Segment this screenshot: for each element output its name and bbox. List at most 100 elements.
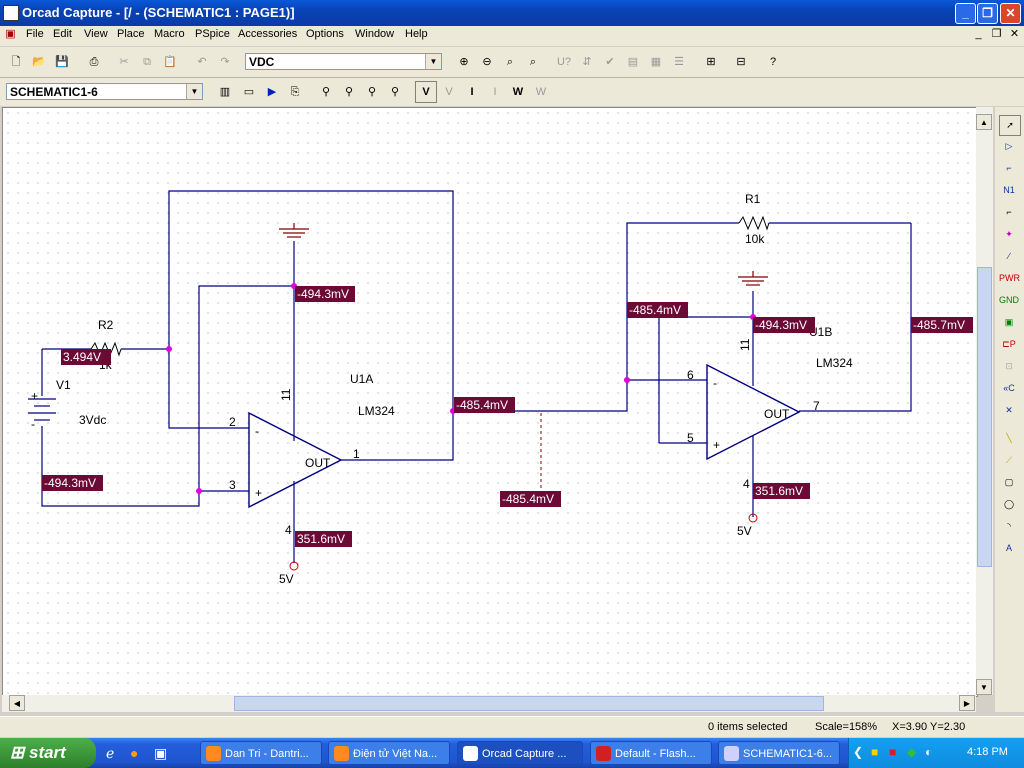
place-no-connect-icon[interactable]: ✕: [999, 401, 1019, 420]
minimize-button[interactable]: _: [955, 3, 976, 24]
netlist-icon[interactable]: ▤: [622, 51, 644, 73]
menu-edit[interactable]: Edit: [53, 28, 72, 40]
open-icon[interactable]: 📂: [28, 51, 50, 73]
back-annotate-icon[interactable]: ⇵: [576, 51, 598, 73]
select-pointer-icon[interactable]: ➚: [999, 115, 1021, 136]
menu-help[interactable]: Help: [405, 28, 428, 40]
vertical-scroll-thumb[interactable]: [977, 267, 992, 567]
power-marker-icon[interactable]: ⚲: [384, 81, 406, 103]
annotate-icon[interactable]: U?: [553, 51, 575, 73]
scroll-up-icon[interactable]: ▲: [976, 114, 992, 130]
save-icon[interactable]: 💾: [51, 51, 73, 73]
place-bus-icon[interactable]: ⌐: [999, 203, 1019, 222]
place-line-icon[interactable]: ╲: [999, 429, 1019, 448]
place-wire-icon[interactable]: ⌐: [999, 159, 1019, 178]
snap-grid-icon[interactable]: ⊞: [700, 51, 722, 73]
menu-options[interactable]: Options: [306, 28, 344, 40]
tray-app1-icon[interactable]: ■: [871, 745, 878, 759]
drc-icon[interactable]: ✔: [599, 51, 621, 73]
zoom-area-icon[interactable]: ⌕: [499, 51, 521, 73]
bias-current-icon[interactable]: I: [461, 81, 483, 103]
current-marker-icon[interactable]: ⚲: [361, 81, 383, 103]
bias-voltage-selected-icon[interactable]: V: [438, 81, 460, 103]
horizontal-scrollbar[interactable]: ◀ ▶: [2, 695, 976, 712]
desktop-quicklaunch-icon[interactable]: ▣: [154, 745, 167, 762]
place-power-icon[interactable]: PWR: [999, 269, 1020, 288]
menu-pspice[interactable]: PSpice: [195, 28, 230, 40]
task-dientu[interactable]: Điện tử Việt Na...: [328, 741, 450, 765]
firefox-quicklaunch-icon[interactable]: ●: [130, 745, 138, 761]
project-manager-icon[interactable]: ⊟: [730, 51, 752, 73]
place-rectangle-icon[interactable]: ▢: [999, 473, 1019, 492]
scroll-left-icon[interactable]: ◀: [9, 695, 25, 711]
vertical-scrollbar[interactable]: ▲ ▼: [976, 107, 993, 695]
place-net-alias-icon[interactable]: N1: [999, 181, 1019, 200]
bias-power-selected-icon[interactable]: W: [530, 81, 552, 103]
place-junction-icon[interactable]: ✦: [999, 225, 1019, 244]
diff-marker-icon[interactable]: ⚲: [338, 81, 360, 103]
restore-button[interactable]: ❐: [977, 3, 998, 24]
place-text-icon[interactable]: A: [999, 539, 1019, 558]
task-orcad[interactable]: Orcad Capture ...: [457, 741, 583, 765]
chevron-down-icon[interactable]: ▼: [186, 84, 202, 99]
place-port-icon[interactable]: ⊏P: [999, 335, 1019, 354]
place-off-page-connector-icon[interactable]: «C: [999, 379, 1019, 398]
place-bus-entry-icon[interactable]: ∕: [999, 247, 1019, 266]
place-part-icon[interactable]: ▷: [999, 137, 1019, 156]
menu-accessories[interactable]: Accessories: [238, 28, 297, 40]
zoom-all-icon[interactable]: ⌕: [522, 51, 544, 73]
print-icon[interactable]: ⎙: [83, 51, 105, 73]
menu-macro[interactable]: Macro: [154, 28, 185, 40]
page-combo[interactable]: SCHEMATIC1-6 ▼: [6, 83, 203, 100]
cross-ref-icon[interactable]: ▦: [645, 51, 667, 73]
redo-icon[interactable]: ↷: [214, 51, 236, 73]
bias-voltage-icon[interactable]: V: [415, 81, 437, 103]
view-results-icon[interactable]: ⎘: [284, 81, 306, 103]
mdi-close-icon[interactable]: ✕: [1009, 29, 1020, 40]
place-arc-icon[interactable]: ◝: [999, 517, 1019, 536]
tray-app2-icon[interactable]: ■: [889, 745, 896, 759]
orcad-app-icon[interactable]: [3, 5, 19, 21]
new-icon[interactable]: 🗋: [5, 51, 27, 73]
cut-icon[interactable]: ✂: [113, 51, 135, 73]
paste-icon[interactable]: 📋: [159, 51, 181, 73]
scroll-right-icon[interactable]: ▶: [959, 695, 975, 711]
task-schematic[interactable]: SCHEMATIC1-6...: [718, 741, 840, 765]
tray-volume-icon[interactable]: ◐: [925, 745, 932, 759]
horizontal-scroll-thumb[interactable]: [234, 696, 824, 711]
menu-view[interactable]: View: [84, 28, 108, 40]
zoom-out-icon[interactable]: ⊖: [476, 51, 498, 73]
document-menu-icon[interactable]: ▣: [5, 29, 16, 40]
run-simulation-icon[interactable]: ▶: [261, 81, 283, 103]
place-pin-icon[interactable]: ⊡: [999, 357, 1019, 376]
help-icon[interactable]: ?: [762, 51, 784, 73]
schematic-canvas[interactable]: R2 1k V1 3Vdc + - U1A LM324 2 3 1 11 4 -…: [2, 107, 978, 697]
start-button[interactable]: ⊞ start: [0, 738, 96, 768]
profile-combo[interactable]: VDC ▼: [245, 53, 442, 70]
mdi-minimize-icon[interactable]: _: [973, 29, 984, 40]
place-polyline-icon[interactable]: ⟋: [999, 451, 1019, 470]
scroll-down-icon[interactable]: ▼: [976, 679, 992, 695]
place-ground-icon[interactable]: GND: [999, 291, 1019, 310]
zoom-in-icon[interactable]: ⊕: [453, 51, 475, 73]
copy-icon[interactable]: ⧉: [136, 51, 158, 73]
voltage-marker-icon[interactable]: ⚲: [315, 81, 337, 103]
bom-icon[interactable]: ☰: [668, 51, 690, 73]
bias-current-selected-icon[interactable]: I: [484, 81, 506, 103]
tray-network-icon[interactable]: ◆: [907, 745, 916, 759]
menu-file[interactable]: File: [26, 28, 44, 40]
ie-quicklaunch-icon[interactable]: ℯ: [106, 745, 114, 762]
edit-simulation-icon[interactable]: ▭: [238, 81, 260, 103]
menu-place[interactable]: Place: [117, 28, 145, 40]
undo-icon[interactable]: ↶: [191, 51, 213, 73]
chevron-down-icon[interactable]: ▼: [425, 54, 441, 69]
menu-window[interactable]: Window: [355, 28, 394, 40]
mdi-restore-icon[interactable]: ❐: [991, 29, 1002, 40]
task-flash[interactable]: Default - Flash...: [590, 741, 712, 765]
task-dantri[interactable]: Dan Tri - Dantri...: [200, 741, 322, 765]
place-hierarchical-block-icon[interactable]: ▣: [999, 313, 1019, 332]
new-simulation-icon[interactable]: ▥: [214, 81, 236, 103]
bias-power-icon[interactable]: W: [507, 81, 529, 103]
place-ellipse-icon[interactable]: ◯: [999, 495, 1019, 514]
close-button[interactable]: ✕: [1000, 3, 1021, 24]
